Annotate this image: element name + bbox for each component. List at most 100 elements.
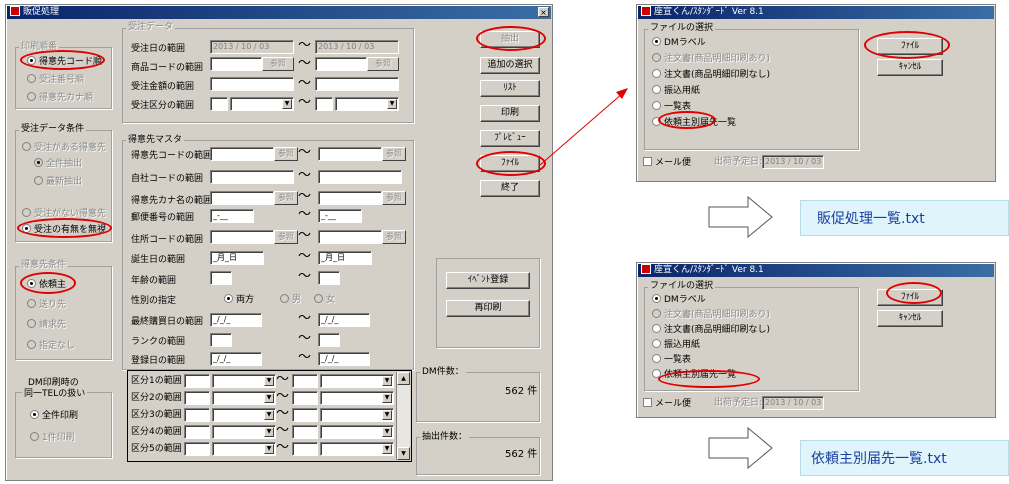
product-ref-button-from[interactable]: 参照 — [262, 57, 294, 71]
segment-from-select[interactable]: ▼ — [212, 442, 276, 456]
segment-to-code[interactable] — [292, 391, 318, 405]
gender-option-both[interactable]: 両方 — [224, 294, 254, 306]
segment-from-select[interactable]: ▼ — [212, 408, 276, 422]
customer-code-from-input[interactable] — [210, 147, 274, 161]
rank-to-input[interactable] — [318, 333, 340, 347]
segment-from-code[interactable] — [184, 391, 210, 405]
order-category-to-select[interactable]: ▼ — [335, 97, 399, 111]
chevron-down-icon[interactable]: ▼ — [264, 427, 274, 437]
segment-from-select[interactable]: ▼ — [212, 374, 276, 388]
product-code-from-input[interactable] — [210, 57, 262, 71]
dialog-1-option[interactable]: 注文書(商品明細印刷なし) — [652, 69, 770, 81]
chevron-down-icon[interactable]: ▼ — [382, 393, 392, 403]
option-without-orders[interactable]: 受注がない得意先 — [22, 208, 106, 220]
dialog-2-option[interactable]: 注文書(商品明細印刷なし) — [652, 324, 770, 336]
age-from-input[interactable] — [210, 271, 232, 285]
customer-kana-ref-from[interactable]: 参照 — [274, 191, 298, 205]
print-order-option-kana[interactable]: 得意先カナ順 — [27, 92, 93, 104]
chevron-down-icon[interactable]: ▼ — [282, 99, 292, 109]
address-code-from-input[interactable] — [210, 230, 274, 244]
segment-from-code[interactable] — [184, 442, 210, 456]
option-extract-all[interactable]: 全件抽出 — [34, 158, 82, 170]
dialog-2-cancel-button[interactable]: ｷｬﾝｾﾙ — [877, 310, 943, 327]
extract-button[interactable]: 抽出 — [480, 31, 540, 48]
segment-to-code[interactable] — [292, 442, 318, 456]
chevron-down-icon[interactable]: ▼ — [387, 99, 397, 109]
dialog-1-ship-date-input[interactable]: 2013 / 10 / 03 — [762, 155, 824, 169]
customer-option-ship-to[interactable]: 送り先 — [27, 299, 66, 311]
birthday-to-input[interactable]: _月_日 — [318, 251, 372, 265]
segment-from-code[interactable] — [184, 408, 210, 422]
dm-tel-option-all[interactable]: 全件印刷 — [30, 410, 78, 422]
customer-code-to-input[interactable] — [318, 147, 382, 161]
registered-to-input[interactable]: _/_/_ — [318, 352, 370, 366]
dialog-2-file-button[interactable]: ﾌｧｲﾙ — [877, 289, 943, 306]
chevron-down-icon[interactable]: ▼ — [264, 444, 274, 454]
segment-from-code[interactable] — [184, 374, 210, 388]
scroll-down-icon[interactable]: ▼ — [397, 447, 410, 460]
customer-code-ref-from[interactable]: 参照 — [274, 147, 298, 161]
customer-kana-from-input[interactable] — [210, 191, 274, 205]
segment-to-code[interactable] — [292, 374, 318, 388]
close-icon[interactable]: × — [538, 7, 549, 17]
segment-to-select[interactable]: ▼ — [320, 425, 394, 439]
last-purchase-from-input[interactable]: _/_/_ — [210, 313, 262, 327]
dialog-1-option[interactable]: 依頼主別届先一覧 — [652, 117, 736, 129]
option-with-orders[interactable]: 受注がある得意先 — [22, 142, 106, 154]
print-order-option-code[interactable]: 得意先コード順 — [27, 56, 102, 68]
birthday-from-input[interactable]: _月_日 — [210, 251, 264, 265]
print-order-option-order-no[interactable]: 受注番号順 — [27, 74, 84, 86]
chevron-down-icon[interactable]: ▼ — [382, 376, 392, 386]
segment-to-select[interactable]: ▼ — [320, 374, 394, 388]
rank-from-input[interactable] — [210, 333, 232, 347]
segment-to-code[interactable] — [292, 408, 318, 422]
segment-scrollbar[interactable]: ▲ ▼ — [396, 372, 410, 460]
gender-option-female[interactable]: 女 — [314, 294, 335, 306]
last-purchase-to-input[interactable]: _/_/_ — [318, 313, 370, 327]
customer-kana-ref-to[interactable]: 参照 — [382, 191, 406, 205]
order-category-to-code[interactable] — [315, 97, 333, 111]
order-amount-to-input[interactable] — [315, 77, 399, 91]
dialog-2-mail-checkbox[interactable]: メール便 — [643, 398, 691, 410]
chevron-down-icon[interactable]: ▼ — [264, 393, 274, 403]
order-category-from-code[interactable] — [210, 97, 228, 111]
age-to-input[interactable] — [318, 271, 340, 285]
dialog-2-ship-date-input[interactable]: 2013 / 10 / 03 — [762, 396, 824, 410]
dm-tel-option-one[interactable]: 1件印刷 — [30, 432, 75, 444]
registered-from-input[interactable]: _/_/_ — [210, 352, 262, 366]
customer-option-requester[interactable]: 依頼主 — [27, 279, 66, 291]
scroll-up-icon[interactable]: ▲ — [397, 372, 410, 385]
order-date-to-input[interactable]: 2013 / 10 / 03 — [315, 40, 399, 54]
segment-from-select[interactable]: ▼ — [212, 425, 276, 439]
dialog-1-option[interactable]: DMラベル — [652, 37, 706, 49]
dialog-1-option[interactable]: 注文書(商品明細印刷あり) — [652, 53, 770, 65]
gender-option-male[interactable]: 男 — [280, 294, 301, 306]
chevron-down-icon[interactable]: ▼ — [382, 410, 392, 420]
order-category-from-select[interactable]: ▼ — [230, 97, 294, 111]
segment-from-select[interactable]: ▼ — [212, 391, 276, 405]
exit-button[interactable]: 終了 — [480, 180, 540, 197]
dialog-2-option[interactable]: 注文書(商品明細印刷あり) — [652, 309, 770, 321]
zip-from-input[interactable]: _-__ — [210, 209, 254, 223]
customer-option-bill-to[interactable]: 請求先 — [27, 319, 66, 331]
segment-to-select[interactable]: ▼ — [320, 408, 394, 422]
segment-from-code[interactable] — [184, 425, 210, 439]
product-ref-button-to[interactable]: 参照 — [367, 57, 399, 71]
dialog-2-option[interactable]: 一覧表 — [652, 354, 691, 366]
option-ignore-orders[interactable]: 受注の有無を無視 — [22, 224, 106, 236]
chevron-down-icon[interactable]: ▼ — [382, 444, 392, 454]
address-ref-to[interactable]: 参照 — [382, 230, 406, 244]
dialog-2-option[interactable]: 依頼主別届先一覧 — [652, 369, 736, 381]
add-select-button[interactable]: 追加の選択 — [480, 57, 540, 74]
company-code-to-input[interactable] — [318, 170, 402, 184]
segment-to-code[interactable] — [292, 425, 318, 439]
event-register-button[interactable]: ｲﾍﾞﾝﾄ登録 — [446, 272, 530, 289]
dialog-2-option[interactable]: DMラベル — [652, 294, 706, 306]
dialog-1-mail-checkbox[interactable]: メール便 — [643, 157, 691, 169]
address-ref-from[interactable]: 参照 — [274, 230, 298, 244]
customer-option-none[interactable]: 指定なし — [27, 340, 75, 352]
segment-to-select[interactable]: ▼ — [320, 391, 394, 405]
order-date-from-input[interactable]: 2013 / 10 / 03 — [210, 40, 294, 54]
reprint-button[interactable]: 再印刷 — [446, 300, 530, 317]
product-code-to-input[interactable] — [315, 57, 367, 71]
